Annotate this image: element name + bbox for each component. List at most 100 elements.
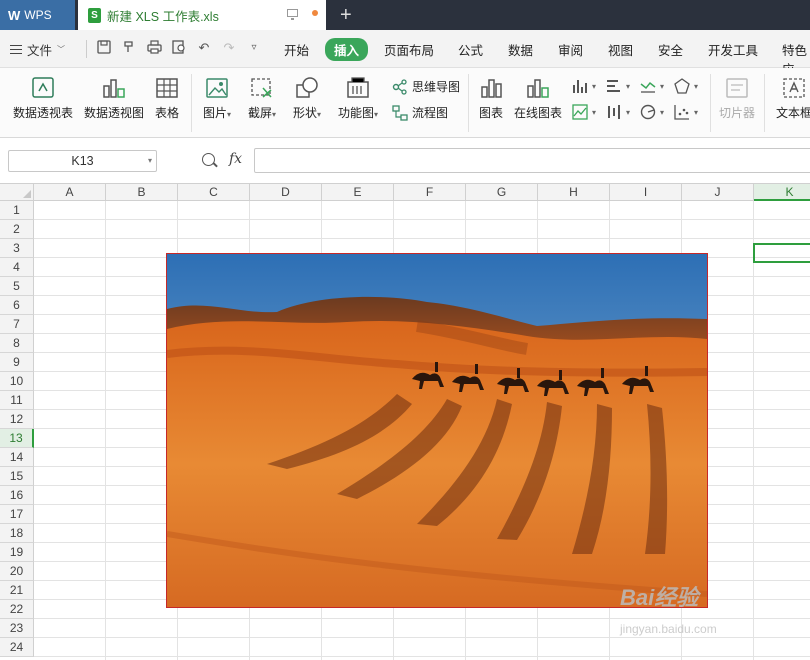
baidu-watermark-url: jingyan.baidu.com [620,622,717,636]
monitor-icon[interactable] [287,9,298,20]
file-menu[interactable]: 文件 ﹀ [10,40,65,59]
flowchart-button[interactable]: 流程图 [392,104,448,121]
selected-cell[interactable] [753,243,810,263]
menu-security[interactable]: 安全 [658,40,683,59]
divider [191,74,192,132]
row-header-11[interactable]: 11 [0,391,34,410]
menu-view[interactable]: 视图 [608,40,633,59]
picture-button[interactable]: 图片▾ [199,76,235,121]
row-header-21[interactable]: 21 [0,581,34,600]
slicer-icon [724,76,750,100]
row-header-15[interactable]: 15 [0,467,34,486]
screenshot-button[interactable]: 截屏▾ [244,76,280,121]
row-header-17[interactable]: 17 [0,505,34,524]
divider [764,74,765,132]
row-header-7[interactable]: 7 [0,315,34,334]
caret-icon: ▾ [660,81,665,91]
format-painter-icon[interactable] [121,40,137,56]
column-chart-icon [573,80,587,93]
menu-page-layout[interactable]: 页面布局 [384,40,434,59]
column-header-i[interactable]: I [610,184,682,201]
column-header-k[interactable]: K [754,184,810,201]
row-header-6[interactable]: 6 [0,296,34,315]
column-header-c[interactable]: C [178,184,250,201]
fx-icon[interactable]: fx [229,151,242,167]
document-tab[interactable]: S 新建 XLS 工作表.xls [78,0,326,30]
row-header-4[interactable]: 4 [0,258,34,277]
zoom-icon[interactable] [202,153,215,166]
row-header-20[interactable]: 20 [0,562,34,581]
row-header-5[interactable]: 5 [0,277,34,296]
textbox-button[interactable]: 文本框 [774,76,810,121]
name-box-value: K13 [71,154,94,168]
menu-home[interactable]: 开始 [284,40,309,59]
row-header-2[interactable]: 2 [0,220,34,239]
row-header-18[interactable]: 18 [0,524,34,543]
row-header-3[interactable]: 3 [0,239,34,258]
row-header-9[interactable]: 9 [0,353,34,372]
wps-home-tab[interactable]: W WPS [0,0,75,30]
function-chart-button[interactable]: 功能图▾ [334,76,382,121]
row-header-19[interactable]: 19 [0,543,34,562]
stock-chart-button[interactable]: ▾ [606,104,630,120]
customize-dropdown-icon[interactable]: ▿ [246,40,262,56]
column-header-j[interactable]: J [682,184,754,201]
menu-data[interactable]: 数据 [508,40,533,59]
caret-icon: ▾ [227,110,232,119]
row-header-16[interactable]: 16 [0,486,34,505]
column-header-b[interactable]: B [106,184,178,201]
redo-icon[interactable]: ↷ [221,40,237,56]
select-all-corner[interactable] [0,184,34,201]
shape-button[interactable]: 形状▾ [289,76,325,121]
radar-chart-button[interactable]: ▾ [674,78,698,94]
area-chart-icon [572,104,588,120]
mindmap-button[interactable]: 思维导图 [392,78,460,95]
undo-icon[interactable]: ↶ [196,40,212,56]
column-header-f[interactable]: F [394,184,466,201]
row-header-24[interactable]: 24 [0,638,34,657]
menu-formulas[interactable]: 公式 [458,40,483,59]
column-header-h[interactable]: H [538,184,610,201]
row-header-13[interactable]: 13 [0,429,34,448]
menu-insert[interactable]: 插入 [325,38,369,61]
pie-chart-button[interactable]: ▾ [640,104,664,120]
row-header-10[interactable]: 10 [0,372,34,391]
inserted-picture[interactable] [166,253,708,608]
new-tab-button[interactable]: + [340,3,352,27]
row-header-14[interactable]: 14 [0,448,34,467]
column-header-g[interactable]: G [466,184,538,201]
column-header-a[interactable]: A [34,184,106,201]
column-chart-button[interactable]: ▾ [572,78,596,94]
menu-developer[interactable]: 开发工具 [708,40,758,59]
row-header-1[interactable]: 1 [0,201,34,220]
slicer-button[interactable]: 切片器 [717,76,757,121]
bar-chart-button[interactable]: ▾ [606,78,630,94]
chart-button[interactable]: 图表 [477,76,505,121]
column-header-e[interactable]: E [322,184,394,201]
row-header-8[interactable]: 8 [0,334,34,353]
menu-review[interactable]: 审阅 [558,40,583,59]
caret-icon: ▾ [694,81,699,91]
line-chart-button[interactable]: ▾ [640,78,664,94]
name-box[interactable]: K13 ▾ [8,150,157,172]
scatter-chart-button[interactable]: ▾ [674,104,698,120]
mindmap-label: 思维导图 [412,80,461,94]
print-preview-icon[interactable] [171,40,187,56]
pivot-chart-icon [101,76,127,100]
save-icon[interactable] [96,40,112,56]
table-button[interactable]: 表格 [153,76,181,121]
row-header-12[interactable]: 12 [0,410,34,429]
chevron-down-icon: ﹀ [57,45,66,54]
formula-input[interactable] [254,148,810,173]
hamburger-icon [10,45,22,54]
online-chart-button[interactable]: 在线图表 [513,76,563,121]
column-header-d[interactable]: D [250,184,322,201]
pivot-table-button[interactable]: 数据透视表 [12,76,74,121]
row-header-22[interactable]: 22 [0,600,34,619]
row-header-23[interactable]: 23 [0,619,34,638]
chevron-down-icon[interactable]: ▾ [148,151,152,171]
picture-label: 图片 [202,106,227,120]
pivot-chart-button[interactable]: 数据透视图 [83,76,145,121]
print-icon[interactable] [146,40,162,56]
area-chart-button[interactable]: ▾ [572,104,596,120]
